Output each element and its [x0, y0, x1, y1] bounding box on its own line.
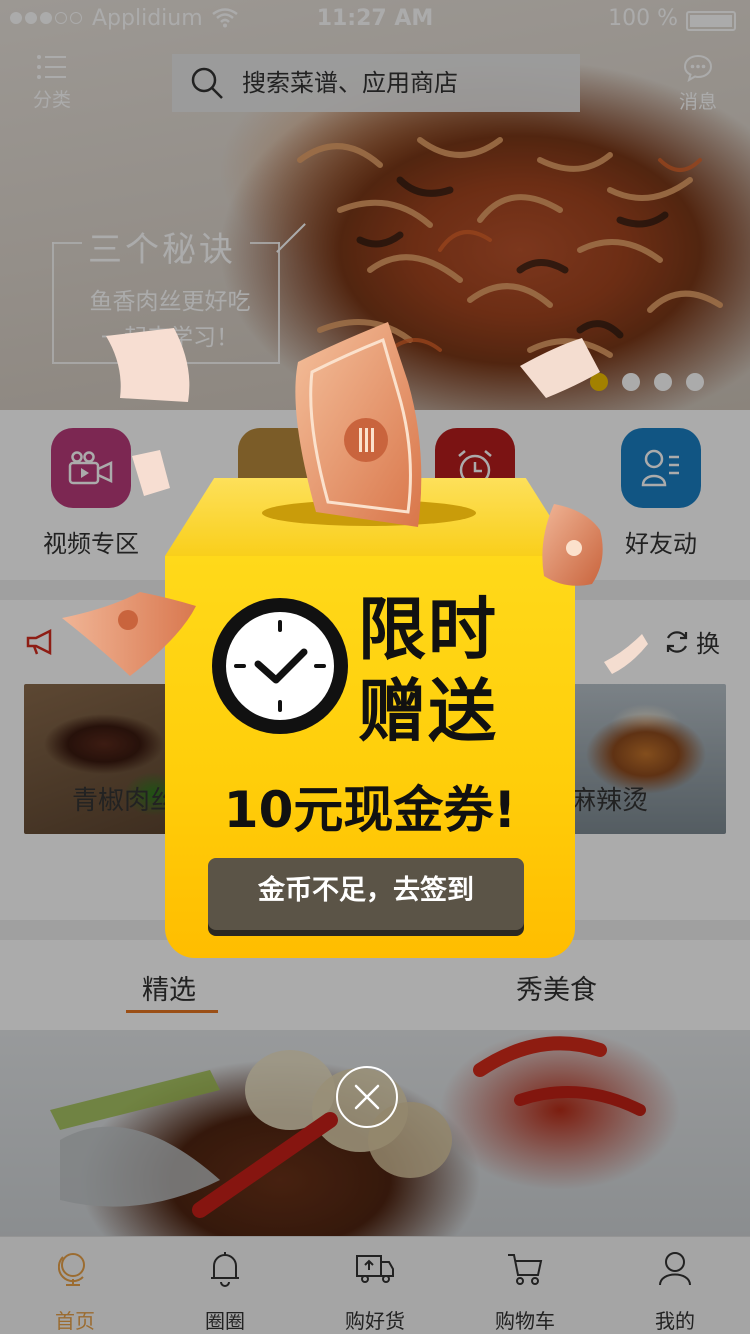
cash-note-icon [295, 322, 422, 527]
popup-subtitle: 10元现金券! [223, 781, 517, 839]
floating-note-icon [520, 338, 600, 398]
popup-title: 限时 赠送 [358, 591, 499, 752]
floating-note-icon [604, 634, 648, 674]
floating-note-icon [62, 592, 196, 676]
floating-note-icon [542, 504, 603, 586]
close-popup-button[interactable] [336, 1066, 398, 1128]
clock-face [226, 612, 334, 720]
close-icon [354, 1084, 380, 1110]
floating-note-icon [132, 450, 170, 496]
floating-note-icon [106, 328, 190, 402]
go-sign-in-button[interactable]: 金币不足，去签到 [208, 858, 524, 930]
